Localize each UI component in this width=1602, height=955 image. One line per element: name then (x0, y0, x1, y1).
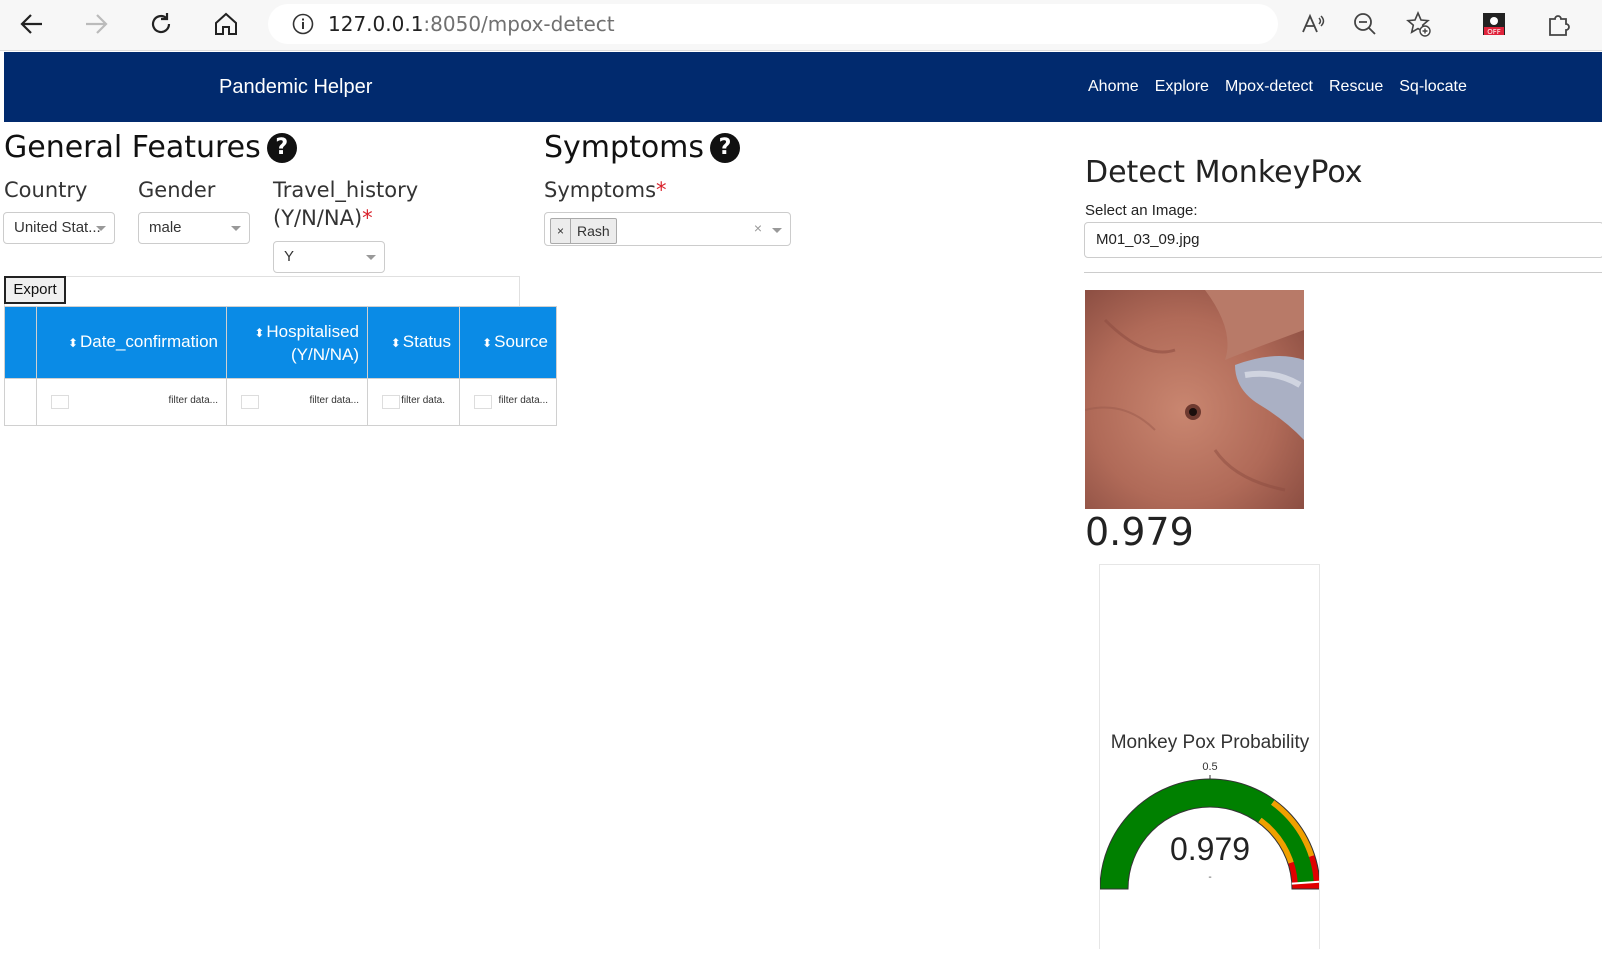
gender-label: Gender (138, 178, 216, 202)
filter-cell-empty (4, 378, 37, 426)
chevron-down-icon (96, 226, 106, 231)
symptom-tag-label: Rash (577, 223, 610, 239)
general-features-heading: General Features ? (4, 130, 297, 165)
filter-row: filter data... filter data... filter dat… (4, 378, 557, 426)
required-marker: * (656, 178, 667, 202)
nav-link-ahome[interactable]: Ahome (1088, 78, 1139, 96)
case-icon[interactable] (51, 395, 69, 409)
gauge-value-label: 0.979 (1170, 831, 1250, 867)
refresh-icon[interactable] (143, 6, 179, 42)
nav-link-explore[interactable]: Explore (1155, 78, 1209, 96)
svg-text:OFF: OFF (1487, 28, 1501, 36)
filter-input-date-confirmation[interactable]: filter data... (36, 378, 227, 426)
filter-input-status[interactable]: filter data. (367, 378, 460, 426)
export-button[interactable]: Export (4, 276, 66, 304)
sort-icon[interactable]: ⬍ (391, 336, 401, 350)
travel-history-value: Y (284, 248, 295, 265)
detect-title: Detect MonkeyPox (1085, 155, 1363, 190)
column-header-date-confirmation[interactable]: ⬍ Date_confirmation (36, 306, 227, 379)
probability-value: 0.979 (1085, 510, 1194, 554)
chevron-down-icon (366, 255, 376, 260)
address-bar[interactable]: 127.0.0.1:8050/mpox-detect (268, 4, 1278, 44)
general-features-title: General Features (4, 130, 261, 165)
column-header-source[interactable]: ⬍ Source (459, 306, 557, 379)
travel-history-label-line2: (Y/N/NA) (273, 206, 363, 230)
sort-icon[interactable]: ⬍ (68, 336, 78, 350)
nav-link-rescue[interactable]: Rescue (1329, 78, 1383, 96)
image-upload-input[interactable]: M01_03_09.jpg (1084, 222, 1602, 258)
gauge-title: Monkey Pox Probability (1111, 732, 1310, 753)
case-icon[interactable] (241, 395, 259, 409)
url-text: 127.0.0.1:8050/mpox-detect (328, 12, 615, 36)
row-select-header (4, 306, 37, 379)
sort-icon[interactable]: ⬍ (482, 336, 492, 350)
country-dropdown[interactable]: United Stat... (3, 212, 115, 244)
symptoms-heading: Symptoms ? (544, 130, 741, 165)
symptoms-label: Symptoms* (544, 178, 667, 202)
chevron-down-icon (772, 228, 782, 233)
help-icon[interactable]: ? (710, 132, 741, 163)
read-aloud-icon[interactable] (1295, 6, 1331, 42)
symptoms-title: Symptoms (544, 130, 705, 165)
nav-link-sq-locate[interactable]: Sq-locate (1399, 78, 1467, 96)
sort-icon[interactable]: ⬍ (254, 326, 264, 340)
travel-history-label: Travel_history (Y/N/NA)* (273, 176, 418, 232)
extensions-puzzle-icon[interactable] (1540, 6, 1576, 42)
nav-link-mpox-detect[interactable]: Mpox-detect (1225, 78, 1313, 96)
info-icon[interactable] (292, 13, 314, 35)
symptom-tag: × Rash (550, 218, 617, 244)
zoom-out-icon[interactable] (1347, 6, 1383, 42)
gender-dropdown[interactable]: male (138, 212, 250, 244)
gauge-tick-label: 0.5 (1202, 761, 1217, 773)
help-icon[interactable]: ? (266, 132, 297, 163)
uploaded-image (1085, 290, 1304, 509)
case-icon[interactable] (474, 395, 492, 409)
travel-history-label-line1: Travel_history (273, 178, 419, 202)
gauge-card: Monkey Pox Probability 0.5 0.979 - (1099, 564, 1321, 949)
gender-value: male (149, 219, 182, 236)
browser-toolbar: 127.0.0.1:8050/mpox-detect OFF (0, 0, 1602, 51)
nav-links: Ahome Explore Mpox-detect Rescue Sq-loca… (1088, 78, 1467, 96)
filter-input-source[interactable]: filter data... (459, 378, 557, 426)
gauge-delta-placeholder: - (1208, 872, 1211, 883)
country-value: United Stat... (14, 219, 101, 236)
required-marker: * (362, 206, 373, 230)
remove-tag-icon[interactable]: × (551, 219, 572, 243)
select-image-label: Select an Image: (1085, 202, 1198, 219)
table-header-row: ⬍ Date_confirmation ⬍ Hospitalised (Y/N/NA)… (4, 306, 557, 379)
navbar: Pandemic Helper Ahome Explore Mpox-detec… (4, 52, 1602, 122)
favorite-add-icon[interactable] (1400, 6, 1436, 42)
country-label: Country (4, 178, 88, 202)
back-icon[interactable] (14, 6, 50, 42)
travel-history-dropdown[interactable]: Y (273, 241, 385, 273)
forward-icon[interactable] (78, 6, 114, 42)
column-header-hospitalised[interactable]: ⬍ Hospitalised (Y/N/NA) (226, 306, 368, 379)
probability-gauge: Monkey Pox Probability 0.5 0.979 - (1099, 732, 1321, 890)
data-table: ⬍ Date_confirmation ⬍ Hospitalised (Y/N/NA)… (4, 306, 557, 426)
divider (1084, 272, 1602, 273)
home-icon[interactable] (208, 6, 244, 42)
clear-icon[interactable]: × (754, 213, 762, 243)
brand-title[interactable]: Pandemic Helper (219, 76, 372, 99)
filter-input-hospitalised[interactable]: filter data... (226, 378, 368, 426)
column-header-status[interactable]: ⬍ Status (367, 306, 460, 379)
case-icon[interactable] (382, 395, 400, 409)
chevron-down-icon (231, 226, 241, 231)
extension-off-icon[interactable]: OFF (1476, 6, 1512, 42)
